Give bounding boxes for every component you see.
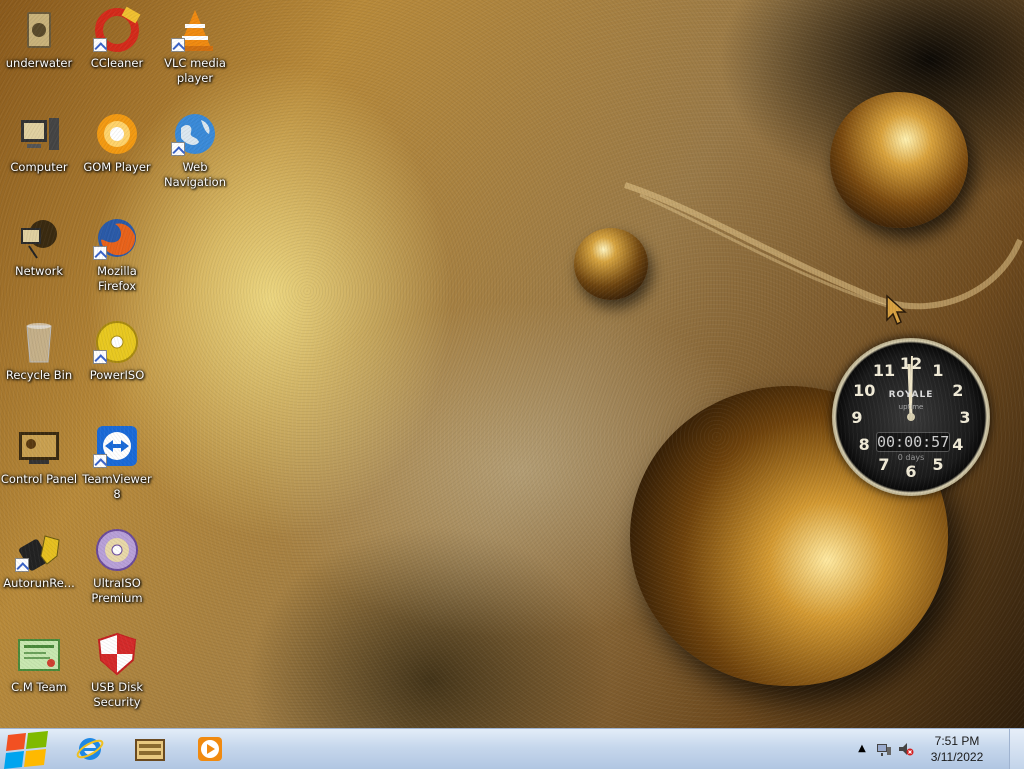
windows-logo-icon <box>4 731 48 769</box>
autorun-remover-icon <box>15 526 63 574</box>
desktop-icon-network[interactable]: Network <box>0 210 78 279</box>
desktop-icon-teamviewer[interactable]: TeamViewer 8 <box>78 418 156 502</box>
library-icon <box>135 739 165 761</box>
shield-icon <box>93 630 141 678</box>
clock-numeral: 11 <box>873 361 895 380</box>
clock-face: 121234567891011 <box>851 354 970 481</box>
desktop-icon-computer[interactable]: Computer <box>0 106 78 175</box>
folder-icon <box>15 6 63 54</box>
desktop-icon-ultraiso[interactable]: UltraISO Premium <box>78 522 156 606</box>
clock-numeral: 6 <box>905 462 916 481</box>
desktop-icon-vlc[interactable]: VLC media player <box>156 2 234 86</box>
taskbar-library[interactable] <box>122 731 178 767</box>
control-panel-icon <box>15 422 63 470</box>
taskbar-internet-explorer[interactable] <box>62 731 118 767</box>
media-player-icon <box>198 737 222 761</box>
shortcut-arrow-icon <box>171 38 185 52</box>
tray-clock-date[interactable]: 3/11/2022 <box>920 750 994 764</box>
recycle-bin-icon <box>15 318 63 366</box>
clock-subtitle: uptime <box>898 403 924 411</box>
desktop-icon-recycle-bin[interactable]: Recycle Bin <box>0 314 78 383</box>
desktop-icon-autorun-remover[interactable]: AutorunRe... <box>0 522 78 591</box>
tray-clock-time[interactable]: 7:51 PM <box>920 734 994 748</box>
clock-numeral: 4 <box>952 435 963 454</box>
desktop-icon-underwater[interactable]: underwater <box>0 2 78 71</box>
shortcut-arrow-icon <box>171 142 185 156</box>
firefox-icon <box>93 214 141 262</box>
clock-numeral: 1 <box>932 361 943 380</box>
internet-explorer-icon <box>76 738 104 760</box>
volume-muted-icon[interactable] <box>898 741 914 757</box>
desktop-icon-ccleaner[interactable]: CCleaner <box>78 2 156 71</box>
taskbar-media-player[interactable] <box>182 731 238 767</box>
computer-icon <box>15 110 63 158</box>
desktop-icon-cm-team[interactable]: C.M Team <box>0 626 78 695</box>
shortcut-arrow-icon <box>15 558 29 572</box>
shortcut-arrow-icon <box>93 38 107 52</box>
certificate-icon <box>15 630 63 678</box>
clock-numeral: 8 <box>859 435 870 454</box>
desktop-icon-poweriso[interactable]: PowerISO <box>78 314 156 383</box>
show-hidden-icons-icon[interactable]: ▲ <box>854 741 870 757</box>
vlc-icon <box>171 6 219 54</box>
wallpaper-orb-small <box>574 228 648 300</box>
shortcut-arrow-icon <box>93 246 107 260</box>
clock-center <box>907 413 915 421</box>
desktop-icon-mozilla-firefox[interactable]: Mozilla Firefox <box>78 210 156 294</box>
clock-uptime-timer: 00:00:57 <box>876 432 950 452</box>
desktop-icon-usb-disk-security[interactable]: USB Disk Security <box>78 626 156 710</box>
show-desktop-button[interactable] <box>1009 729 1024 769</box>
desktop-icon-gom-player[interactable]: GOM Player <box>78 106 156 175</box>
clock-brand: ROYALE <box>888 390 934 400</box>
poweriso-icon <box>93 318 141 366</box>
ccleaner-icon <box>93 6 141 54</box>
start-button[interactable] <box>0 729 56 769</box>
desktop[interactable]: underwater Computer Network Recycle Bin … <box>0 0 1024 728</box>
teamviewer-icon <box>93 422 141 470</box>
clock-uptime-days: 0 days <box>897 453 925 462</box>
mouse-cursor-icon <box>886 294 907 326</box>
desktop-icon-web-navigation[interactable]: Web Navigation <box>156 106 234 190</box>
shortcut-arrow-icon <box>93 454 107 468</box>
wallpaper-swirl <box>624 182 1023 312</box>
network-tray-icon[interactable] <box>876 741 892 757</box>
shortcut-arrow-icon <box>93 350 107 364</box>
gom-player-icon <box>93 110 141 158</box>
ultraiso-icon <box>93 526 141 574</box>
globe-icon <box>171 110 219 158</box>
wallpaper-orb-top <box>830 92 968 228</box>
network-icon <box>15 214 63 262</box>
clock-gadget[interactable]: 121234567891011 ROYALE uptime 00:00:57 0… <box>832 338 990 496</box>
desktop-icon-control-panel[interactable]: Control Panel <box>0 418 78 487</box>
taskbar: ▲ 7:51 PM 3/11/2022 <box>0 728 1024 769</box>
system-tray: ▲ 7:51 PM 3/11/2022 <box>854 729 1024 769</box>
